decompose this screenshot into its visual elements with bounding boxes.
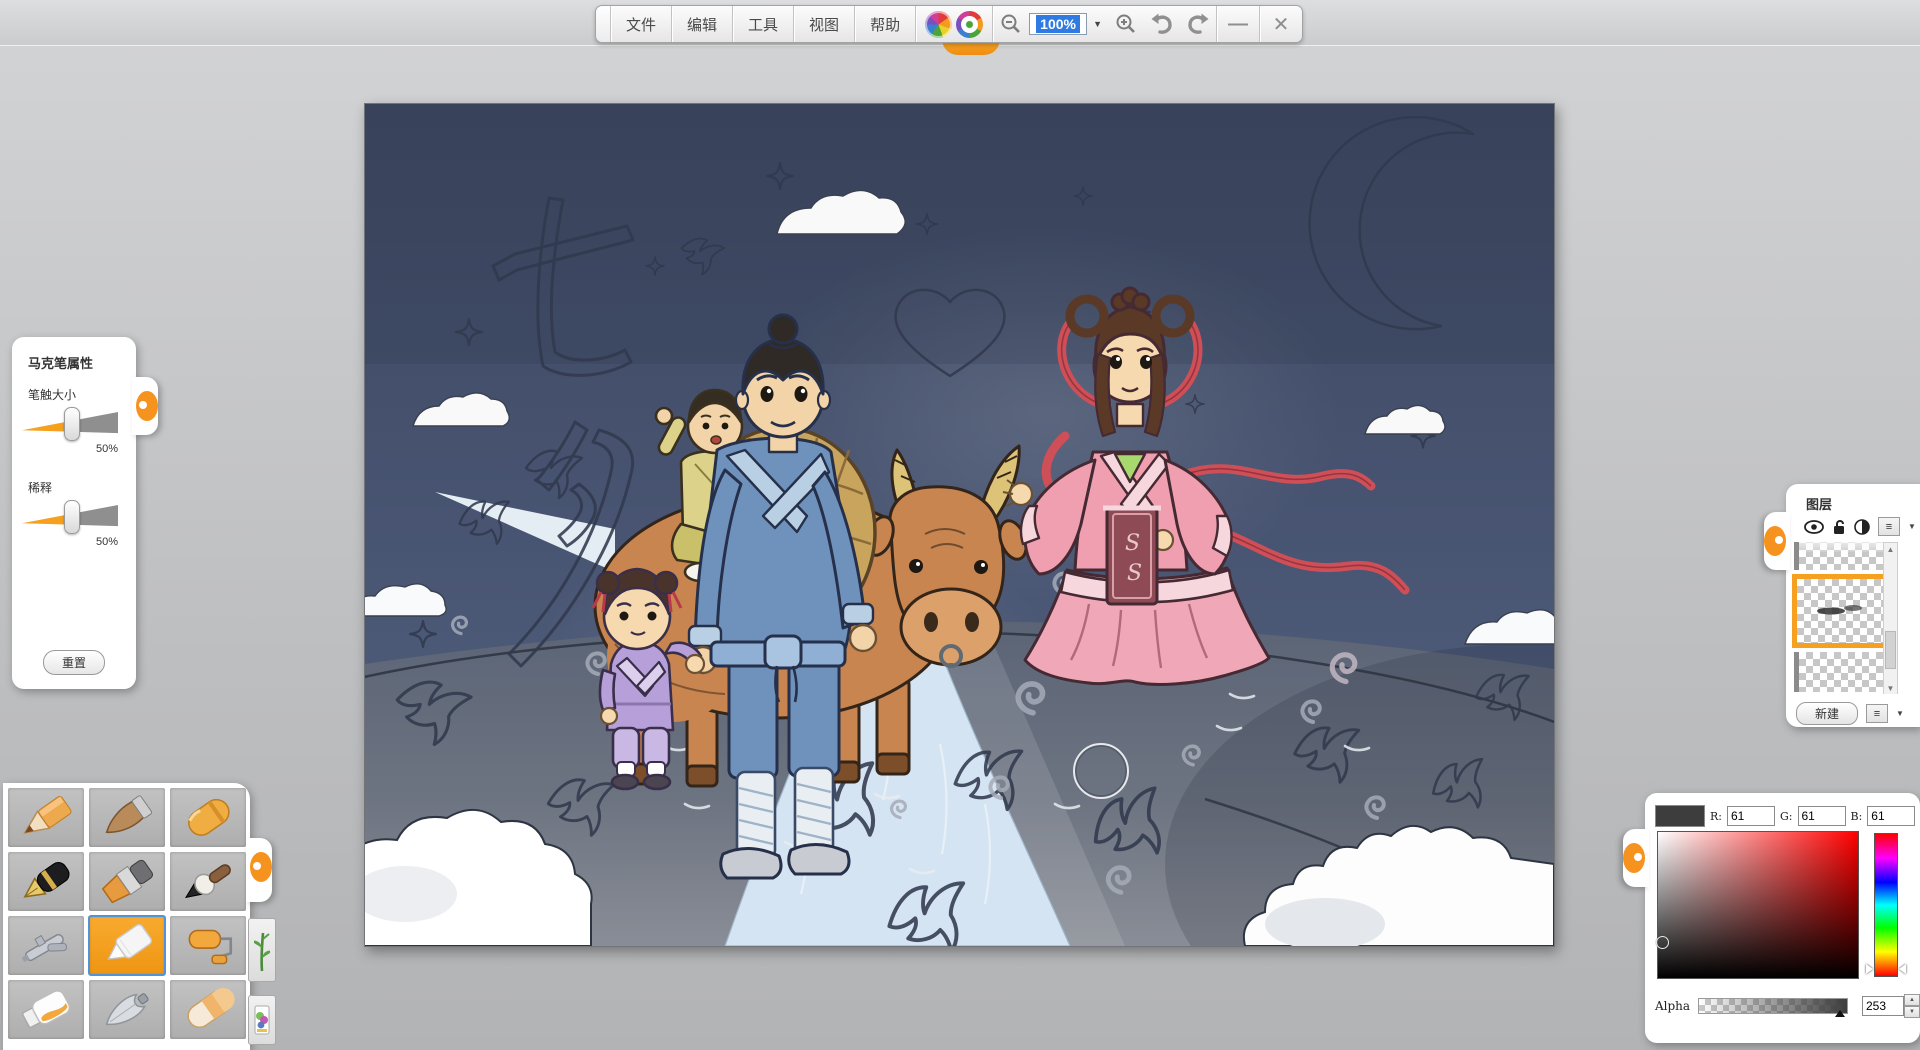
layers-options-caret[interactable]: ▼: [1896, 709, 1904, 718]
svg-text:S: S: [1127, 561, 1142, 586]
alpha-label: Alpha: [1655, 999, 1691, 1013]
layer-menu-button[interactable]: ≡: [1878, 517, 1900, 536]
tool-crayon[interactable]: [170, 788, 246, 847]
color-picker-panel: R: G: B: Alpha ▲ ▼: [1623, 793, 1920, 1043]
g-field[interactable]: [1797, 806, 1846, 826]
alpha-spin-up[interactable]: ▲: [1904, 994, 1920, 1006]
tool-flat-brush[interactable]: [89, 852, 165, 911]
menu-tools[interactable]: 工具: [733, 6, 793, 42]
minimize-button[interactable]: —: [1217, 6, 1259, 42]
dilution-slider[interactable]: [22, 500, 118, 534]
menu-file[interactable]: 文件: [611, 6, 671, 42]
alpha-slider[interactable]: [1698, 998, 1848, 1017]
tool-airbrush[interactable]: [8, 916, 84, 975]
bamboo-icon: [254, 932, 270, 972]
current-color-swatch: [1655, 805, 1705, 827]
brush-size-slider[interactable]: [22, 407, 118, 441]
tool-paint-roller[interactable]: [170, 916, 246, 975]
marker-panel-title: 马克笔属性: [28, 356, 94, 371]
tool-eraser[interactable]: [170, 980, 246, 1039]
layers-options-button[interactable]: ≡: [1866, 704, 1889, 723]
dilution-slider-handle[interactable]: [64, 500, 80, 534]
menu-view[interactable]: 视图: [794, 6, 854, 42]
undo-icon: [1151, 13, 1172, 34]
lock-icon[interactable]: [1832, 519, 1846, 535]
tool-brush-pen[interactable]: [89, 788, 165, 847]
side-tab-bamboo-stamp[interactable]: [248, 918, 276, 982]
canvas-page: S S: [364, 103, 1555, 947]
zoom-dropdown-caret[interactable]: ▼: [1087, 6, 1108, 42]
new-layer-button[interactable]: 新建: [1796, 702, 1859, 725]
alpha-field[interactable]: [1862, 996, 1904, 1016]
marker-properties-panel: 马克笔属性 笔触大小 50% 稀释 50% 重置: [12, 337, 158, 689]
undo-button[interactable]: [1144, 6, 1180, 42]
color-panel-collapse-tab[interactable]: [1623, 829, 1649, 887]
svg-text:S: S: [1125, 531, 1140, 556]
zoom-in-icon: [1116, 14, 1135, 33]
zoom-level-field[interactable]: 100%: [1029, 13, 1088, 35]
hue-marker-left: [1866, 964, 1873, 974]
b-field[interactable]: [1867, 806, 1916, 826]
r-field[interactable]: [1727, 806, 1775, 826]
layer-thumbnail-strokes: [1817, 605, 1862, 615]
layer-row-bottom[interactable]: [1794, 652, 1896, 692]
minimize-icon: —: [1228, 12, 1248, 35]
r-label: R:: [1710, 809, 1722, 823]
picture-stamp-icon: [254, 1005, 270, 1035]
tool-paint-bottle[interactable]: [8, 980, 84, 1039]
zoom-out-button[interactable]: [993, 6, 1029, 42]
g-label: G:: [1780, 809, 1793, 823]
tool-fountain-pen[interactable]: [8, 852, 84, 911]
layers-scrollbar[interactable]: ▲ ▼: [1883, 542, 1898, 694]
alpha-marker[interactable]: [1835, 1010, 1845, 1017]
layer-menu-caret[interactable]: ▼: [1908, 522, 1916, 531]
reset-button[interactable]: 重置: [43, 650, 105, 675]
main-toolbar: 文件 编辑 工具 视图 帮助 100% ▼ — ✕: [595, 5, 1303, 43]
blend-contrast-icon[interactable]: [1854, 518, 1870, 535]
tool-ink-brush[interactable]: [170, 852, 246, 911]
toolbar-drag-handle[interactable]: [596, 6, 610, 42]
b-label: B:: [1850, 809, 1863, 823]
tool-pencil[interactable]: [8, 788, 84, 847]
menu-edit[interactable]: 编辑: [672, 6, 732, 42]
redo-button[interactable]: [1180, 6, 1216, 42]
redo-icon: [1188, 13, 1209, 34]
layers-panel: 图层 ≡ ▼ ▲ ▼ 新建 ≡ ▼: [1764, 484, 1920, 727]
tool-panel: [3, 783, 276, 1050]
menu-help[interactable]: 帮助: [855, 6, 915, 42]
scroll-down-icon[interactable]: ▼: [1884, 682, 1897, 694]
sv-cursor[interactable]: [1656, 936, 1669, 949]
brush-size-slider-handle[interactable]: [64, 407, 80, 441]
brush-size-label: 笔触大小: [28, 388, 77, 402]
scrollbar-thumb[interactable]: [1885, 631, 1896, 669]
scroll-up-icon[interactable]: ▲: [1884, 543, 1897, 556]
saturation-value-picker[interactable]: [1656, 831, 1859, 979]
tool-knife-pen[interactable]: [89, 980, 165, 1039]
tool-marker[interactable]: [88, 915, 166, 976]
zoom-in-button[interactable]: [1108, 6, 1144, 42]
layers-panel-title: 图层: [1806, 497, 1833, 512]
brush-size-value: 50%: [95, 443, 118, 455]
layers-list: ▲ ▼: [1792, 542, 1898, 694]
hue-marker-right: [1899, 964, 1906, 974]
dilution-label: 稀释: [28, 481, 53, 495]
logo-ring-icon[interactable]: [956, 10, 984, 38]
logo-palette-icon[interactable]: [925, 10, 953, 38]
layer-row-top[interactable]: [1794, 542, 1896, 570]
hue-slider[interactable]: [1866, 833, 1906, 977]
close-button[interactable]: ✕: [1260, 6, 1302, 42]
canvas-artwork[interactable]: S S: [365, 104, 1554, 946]
zoom-level-value: 100%: [1036, 15, 1080, 33]
dilution-value: 50%: [95, 536, 118, 548]
layer-row-selected[interactable]: [1792, 574, 1894, 648]
side-tab-picture-stamp[interactable]: [248, 995, 276, 1045]
zoom-out-icon: [1001, 14, 1020, 33]
visibility-eye-icon[interactable]: [1804, 519, 1824, 534]
layers-panel-collapse-tab[interactable]: [1764, 512, 1790, 570]
alpha-spin-down[interactable]: ▼: [1904, 1006, 1920, 1018]
close-icon: ✕: [1272, 13, 1290, 36]
